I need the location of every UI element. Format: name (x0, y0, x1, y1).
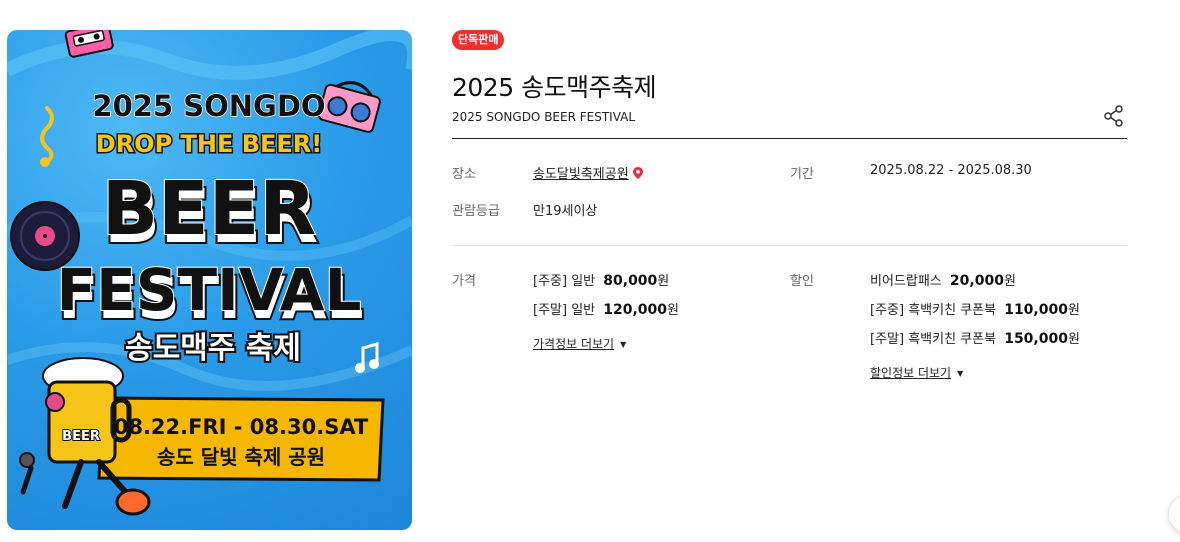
price-amount: 80,000 (603, 273, 658, 289)
caret-down-icon: ▼ (957, 369, 964, 378)
page-title: 2025 송도맥주축제 (452, 73, 657, 102)
discount-amount: 110,000 (1004, 302, 1068, 318)
poster-word-festival: FESTIVAL FESTIVAL (56, 255, 366, 334)
place-link[interactable]: 송도달빛축제공원 (533, 167, 629, 182)
price-more-button[interactable]: 가격정보 더보기 ▼ (533, 335, 626, 352)
poster-slogan: DROP THE BEER! (96, 130, 322, 158)
boombox-icon (317, 81, 381, 133)
price-label: 가격 (452, 274, 476, 289)
period-value: 2025.08.22 - 2025.08.30 (870, 163, 1032, 178)
discount-name: [주말] 흑백키친 쿠폰북 (870, 332, 997, 347)
price-name: [주말] 일반 (533, 303, 596, 318)
page-subtitle: 2025 SONGDO BEER FESTIVAL (452, 110, 636, 124)
poster-year-line: 2025 SONGDO (92, 89, 325, 123)
discount-label: 할인 (790, 274, 814, 289)
map-pin-icon[interactable] (632, 167, 643, 179)
poster-venue: 송도 달빛 축제 공원 (157, 445, 325, 469)
discount-name: [주중] 흑백키친 쿠폰북 (870, 303, 997, 318)
poster-korean-title: 송도맥주 축제 (125, 331, 301, 366)
discount-unit: 원 (1067, 332, 1080, 347)
price-unit: 원 (657, 274, 670, 289)
price-more-label: 가격정보 더보기 (533, 337, 615, 351)
poster-artwork: 2025 SONGDO DROP THE BEER! BEER BEER FES… (7, 30, 412, 516)
price-name: [주중] 일반 (533, 274, 596, 289)
rating-label: 관람등급 (452, 204, 500, 219)
discount-more-button[interactable]: 할인정보 더보기 ▼ (870, 364, 963, 381)
event-poster: 2025 SONGDO DROP THE BEER! BEER BEER FES… (7, 30, 412, 530)
poster-date-banner: 08.22.FRI - 08.30.SAT 송도 달빛 축제 공원 (97, 396, 385, 482)
discount-unit: 원 (1003, 274, 1016, 289)
caret-down-icon: ▼ (620, 340, 627, 349)
beer-mascot-illustration: BEER (19, 357, 151, 516)
treble-clef-icon (40, 106, 54, 167)
svg-text:BEER: BEER (102, 166, 316, 252)
scroll-top-button[interactable] (1168, 494, 1180, 534)
discount-row: [주말] 흑백키친 쿠폰북 150,000원 (870, 328, 1080, 347)
period-label: 기간 (790, 167, 814, 182)
poster-dates: 08.22.FRI - 08.30.SAT (114, 415, 369, 439)
price-row: [주중] 일반 80,000원 (533, 270, 669, 289)
svg-text:FESTIVAL: FESTIVAL (57, 256, 362, 324)
discount-row: [주중] 흑백키친 쿠폰북 110,000원 (870, 299, 1080, 318)
title-divider (452, 138, 1127, 139)
share-button[interactable] (1103, 105, 1125, 127)
discount-more-label: 할인정보 더보기 (870, 366, 952, 380)
place-label: 장소 (452, 167, 476, 182)
poster-word-beer: BEER BEER (101, 165, 320, 262)
share-icon (1104, 105, 1123, 127)
discount-row: 비어드랍패스 20,000원 (870, 270, 1016, 289)
price-unit: 원 (667, 303, 679, 318)
discount-amount: 150,000 (1004, 331, 1068, 347)
exclusive-sale-badge: 단독판매 (452, 30, 505, 50)
mascot-cup-label: BEER (62, 429, 100, 444)
price-amount: 120,000 (603, 302, 668, 318)
discount-amount: 20,000 (949, 273, 1004, 289)
section-divider (452, 245, 1127, 246)
discount-unit: 원 (1067, 303, 1080, 318)
rating-value: 만19세이상 (533, 204, 598, 219)
discount-name: 비어드랍패스 (870, 274, 942, 289)
place-value-row: 송도달빛축제공원 (533, 163, 643, 182)
price-row: [주말] 일반 120,000원 (533, 299, 679, 318)
